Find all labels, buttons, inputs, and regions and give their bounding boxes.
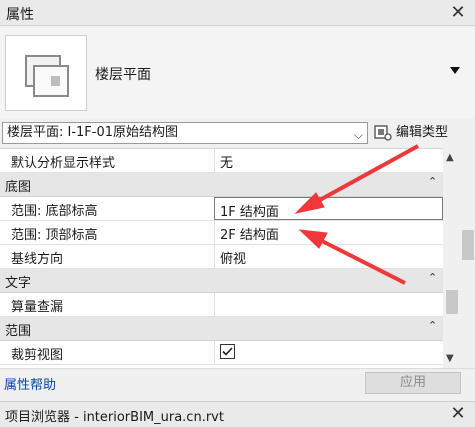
property-value-text: 无 — [220, 156, 234, 171]
top-level-value[interactable]: 2F 结构面 — [214, 221, 443, 244]
group-underlay[interactable]: 底图 ⌃ — [0, 173, 443, 197]
property-row-orientation: 基线方向 俯视 — [0, 245, 443, 269]
scroll-up-icon[interactable]: ▲ — [446, 152, 454, 163]
property-grid: 默认分析显示样式 无 底图 ⌃ 范围: 底部标高 1F 结构面 范围: 顶部标高… — [0, 148, 443, 368]
edit-type-label: 编辑类型 — [396, 125, 449, 140]
property-row-crop-view: 裁剪视图 — [0, 341, 443, 365]
collapse-icon[interactable]: ⌃ — [428, 319, 437, 332]
instance-selector-row: 楼层平面: I-1F-01原始结构图 ⌵ 编辑类型 — [0, 118, 475, 148]
property-value-text: 俯视 — [220, 252, 247, 267]
group-title: 文字 — [5, 276, 32, 291]
type-selector[interactable]: 楼层平面 — [0, 27, 475, 118]
quantity-check-value[interactable] — [214, 293, 443, 316]
property-name: 默认分析显示样式 — [11, 156, 116, 171]
property-row-bottom-level: 范围: 底部标高 1F 结构面 — [0, 197, 443, 221]
panel-scroll-thumb[interactable] — [462, 230, 474, 260]
type-dropdown-icon[interactable] — [450, 67, 460, 74]
instance-selector-value: 楼层平面: I-1F-01原始结构图 — [7, 125, 179, 140]
crop-view-value — [214, 341, 443, 364]
chevron-down-icon[interactable]: ⌵ — [354, 125, 363, 145]
property-name: 基线方向 — [11, 252, 64, 267]
collapse-icon[interactable]: ⌃ — [428, 175, 437, 188]
scroll-thumb[interactable] — [446, 290, 458, 314]
property-row-top-level: 范围: 顶部标高 2F 结构面 — [0, 221, 443, 245]
collapse-icon[interactable]: ⌃ — [428, 271, 437, 284]
project-browser-title: 项目浏览器 - interiorBIM_ura.cn.rvt — [5, 410, 224, 425]
property-name: 算量查漏 — [11, 300, 64, 315]
bottom-level-input[interactable]: 1F 结构面 — [214, 197, 443, 220]
instance-selector[interactable]: 楼层平面: I-1F-01原始结构图 ⌵ — [2, 122, 368, 144]
group-text[interactable]: 文字 ⌃ — [0, 269, 443, 293]
project-browser-titlebar: 项目浏览器 - interiorBIM_ura.cn.rvt ✕ — [0, 401, 475, 427]
property-value[interactable]: 无 — [214, 149, 443, 172]
grid-scrollbar[interactable]: ▲ ▼ — [443, 148, 461, 368]
property-name: 范围: 顶部标高 — [11, 228, 98, 243]
property-name: 范围: 底部标高 — [11, 204, 98, 219]
close-icon[interactable]: ✕ — [448, 404, 468, 424]
group-title: 范围 — [5, 324, 32, 339]
property-value-text: 2F 结构面 — [220, 228, 279, 243]
property-name: 裁剪视图 — [11, 348, 64, 363]
floor-plan-icon — [5, 35, 87, 111]
properties-help-link[interactable]: 属性帮助 — [4, 374, 56, 393]
properties-footer: 属性帮助 应用 — [0, 368, 475, 396]
orientation-value[interactable]: 俯视 — [214, 245, 443, 268]
edit-type-icon — [374, 125, 392, 141]
group-title: 底图 — [5, 180, 32, 195]
type-name: 楼层平面 — [95, 67, 151, 83]
scroll-down-icon[interactable]: ▼ — [446, 353, 454, 364]
apply-button[interactable]: 应用 — [365, 372, 461, 394]
properties-titlebar: 属性 ✕ — [0, 0, 475, 26]
panel-scrollbar[interactable] — [461, 148, 475, 368]
panel-title: 属性 — [6, 7, 34, 23]
crop-view-checkbox[interactable] — [220, 344, 235, 359]
property-value-text: 1F 结构面 — [220, 205, 279, 220]
property-row: 默认分析显示样式 无 — [0, 149, 443, 173]
close-icon[interactable]: ✕ — [448, 3, 468, 23]
checkmark-icon — [222, 347, 233, 356]
group-extents[interactable]: 范围 ⌃ — [0, 317, 443, 341]
property-row-quantity-check: 算量查漏 — [0, 293, 443, 317]
